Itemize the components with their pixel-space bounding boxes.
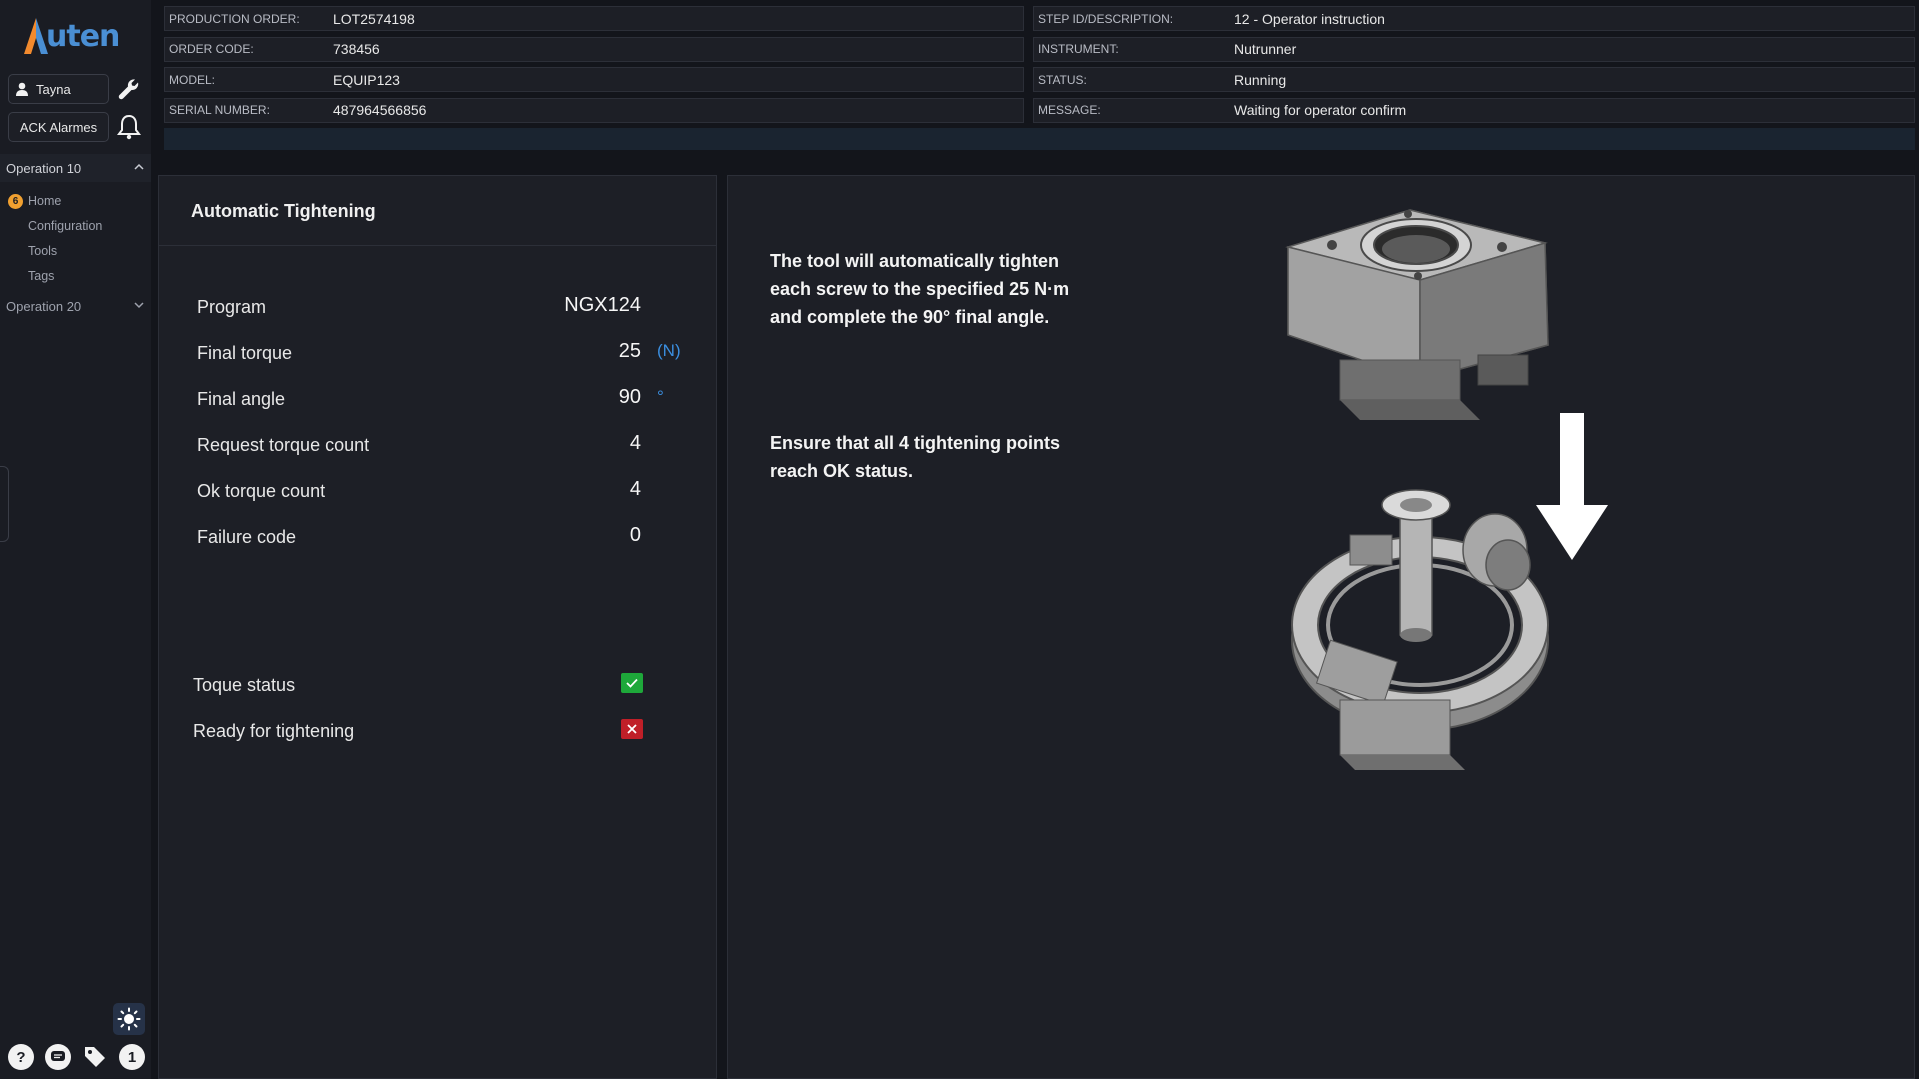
header-field-value: EQUIP123 xyxy=(333,71,400,88)
notification-count-badge[interactable]: 1 xyxy=(119,1044,145,1070)
help-icon[interactable]: ? xyxy=(8,1044,34,1070)
header-field-model: MODEL: EQUIP123 xyxy=(164,67,1024,92)
header-field-instrument: INSTRUMENT: Nutrunner xyxy=(1033,36,1915,62)
status-label-toque-status: Toque status xyxy=(193,675,296,695)
header-field-label: STEP ID/DESCRIPTION: xyxy=(1038,11,1174,26)
menu-group-operation-20[interactable]: Operation 20 xyxy=(0,292,151,320)
sidebar: uten Tayna ACK Alarmes Operation 10 6 Ho… xyxy=(0,0,151,1079)
header-field-value: 738456 xyxy=(333,41,380,57)
param-value-ok-torque-count: 4 xyxy=(629,478,641,500)
param-label-program: Program xyxy=(197,297,267,317)
param-value-failure-code: 0 xyxy=(629,524,641,546)
header-field-value: 487964566856 xyxy=(333,102,427,118)
sidebar-item-configuration[interactable]: Configuration xyxy=(28,219,102,233)
user-name: Tayna xyxy=(36,81,71,97)
header-field-value: Waiting for operator confirm xyxy=(1234,102,1407,118)
app-logo: uten xyxy=(20,14,132,58)
app-logo-text: uten xyxy=(46,18,120,54)
param-value-final-angle: 90 xyxy=(618,386,641,408)
instruction-paragraph-1: The tool will automatically tighten each… xyxy=(770,251,1070,327)
param-label-ok-torque-count: Ok torque count xyxy=(197,481,326,501)
sidebar-item-home[interactable]: Home xyxy=(28,194,61,208)
sidebar-item-tags[interactable]: Tags xyxy=(28,269,54,283)
bottom-toolbar: ? 1 xyxy=(8,1044,145,1070)
header-field-label: INSTRUMENT: xyxy=(1038,42,1119,56)
header-field-message: MESSAGE: Waiting for operator confirm xyxy=(1033,97,1915,123)
header-field-label: STATUS: xyxy=(1038,72,1087,87)
header-field-label: ORDER CODE: xyxy=(169,42,254,56)
assembly-illustration xyxy=(1285,209,1608,770)
menu-group-operation-10[interactable]: Operation 10 xyxy=(0,154,151,182)
header-field-step-id-description: STEP ID/DESCRIPTION: 12 - Operator instru… xyxy=(1033,6,1915,31)
theme-toggle-sun-icon[interactable] xyxy=(113,1003,145,1035)
chevron-down-icon xyxy=(133,299,145,314)
user-button[interactable]: Tayna xyxy=(8,74,109,104)
param-label-request-torque-count: Request torque count xyxy=(197,435,370,455)
chevron-up-icon xyxy=(133,161,145,176)
param-value-request-torque-count: 4 xyxy=(629,432,641,454)
param-unit-final-torque: (N) xyxy=(657,341,681,360)
param-unit-final-angle: ° xyxy=(657,387,664,406)
home-badge: 6 xyxy=(8,194,23,209)
progress-strip xyxy=(164,128,1915,150)
param-label-final-angle: Final angle xyxy=(197,389,286,409)
header-field-serial-number: SERIAL NUMBER: 487964566856 xyxy=(164,97,1024,123)
header-field-value: LOT2574198 xyxy=(333,10,415,27)
header-field-status: STATUS: Running xyxy=(1033,67,1915,92)
check-icon xyxy=(621,673,643,693)
chat-icon[interactable] xyxy=(45,1044,71,1070)
param-value-program: NGX124 xyxy=(564,294,641,316)
param-label-final-torque: Final torque xyxy=(197,343,293,363)
tag-icon[interactable] xyxy=(82,1044,108,1070)
header-field-production-order: PRODUCTION ORDER: LOT2574198 xyxy=(164,6,1024,31)
header-field-value: 12 - Operator instruction xyxy=(1234,10,1385,27)
arrow-down-icon xyxy=(1536,413,1608,560)
header-field-value: Nutrunner xyxy=(1234,41,1297,57)
header-field-label: PRODUCTION ORDER: xyxy=(169,11,300,26)
header-field-order-code: ORDER CODE: 738456 xyxy=(164,36,1024,62)
status-label-ready-for-tightening: Ready for tightening xyxy=(193,721,355,741)
panel-divider xyxy=(158,245,717,246)
header-field-label: MODEL: xyxy=(169,72,216,87)
header-field-label: MESSAGE: xyxy=(1038,103,1101,117)
housing-part xyxy=(1285,209,1549,420)
wrench-icon[interactable] xyxy=(113,74,145,104)
header-field-value: Running xyxy=(1234,71,1287,88)
param-label-failure-code: Failure code xyxy=(197,527,297,547)
cross-icon xyxy=(621,719,643,739)
ring-part xyxy=(1291,489,1549,770)
bell-icon[interactable] xyxy=(113,112,145,142)
ack-alarms-button[interactable]: ACK Alarmes xyxy=(8,112,109,142)
sidebar-resize-handle[interactable] xyxy=(0,466,9,542)
instruction-paragraph-2: Ensure that all 4 tightening points reac… xyxy=(770,433,1061,481)
user-icon xyxy=(15,82,29,96)
sidebar-item-tools[interactable]: Tools xyxy=(28,244,57,258)
header-field-label: SERIAL NUMBER: xyxy=(169,103,270,117)
param-value-final-torque: 25 xyxy=(618,340,641,362)
panel-title: Automatic Tightening xyxy=(191,201,376,221)
